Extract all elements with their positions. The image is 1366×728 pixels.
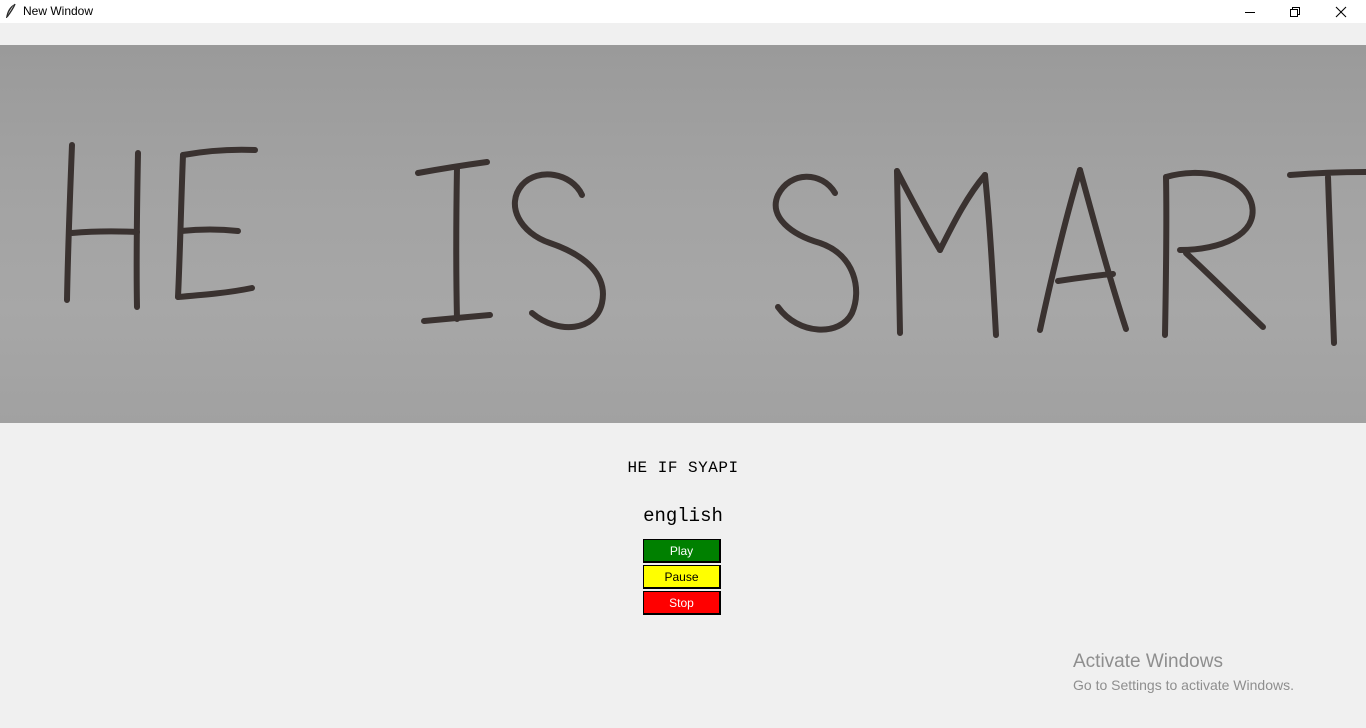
recognized-text: HE IF SYAPI — [627, 459, 739, 477]
restore-button[interactable] — [1272, 0, 1318, 23]
watermark-title: Activate Windows — [1073, 651, 1223, 672]
close-button[interactable] — [1318, 0, 1364, 23]
handwriting-strokes — [64, 142, 1366, 346]
close-icon — [1335, 6, 1347, 17]
language-label: english — [643, 505, 723, 527]
restore-icon — [1290, 6, 1300, 17]
minimize-button[interactable] — [1227, 0, 1273, 23]
feather-icon — [4, 3, 18, 20]
play-button[interactable]: Play — [643, 539, 721, 563]
stop-button[interactable]: Stop — [643, 591, 721, 615]
pause-button[interactable]: Pause — [643, 565, 721, 589]
activate-windows-watermark: Activate Windows Go to Settings to activ… — [1073, 651, 1294, 693]
title-bar: New Window — [0, 0, 1366, 23]
handwriting-image — [0, 45, 1366, 423]
window-title: New Window — [23, 4, 94, 18]
watermark-subtitle: Go to Settings to activate Windows. — [1073, 677, 1294, 693]
minimize-icon — [1245, 11, 1255, 13]
